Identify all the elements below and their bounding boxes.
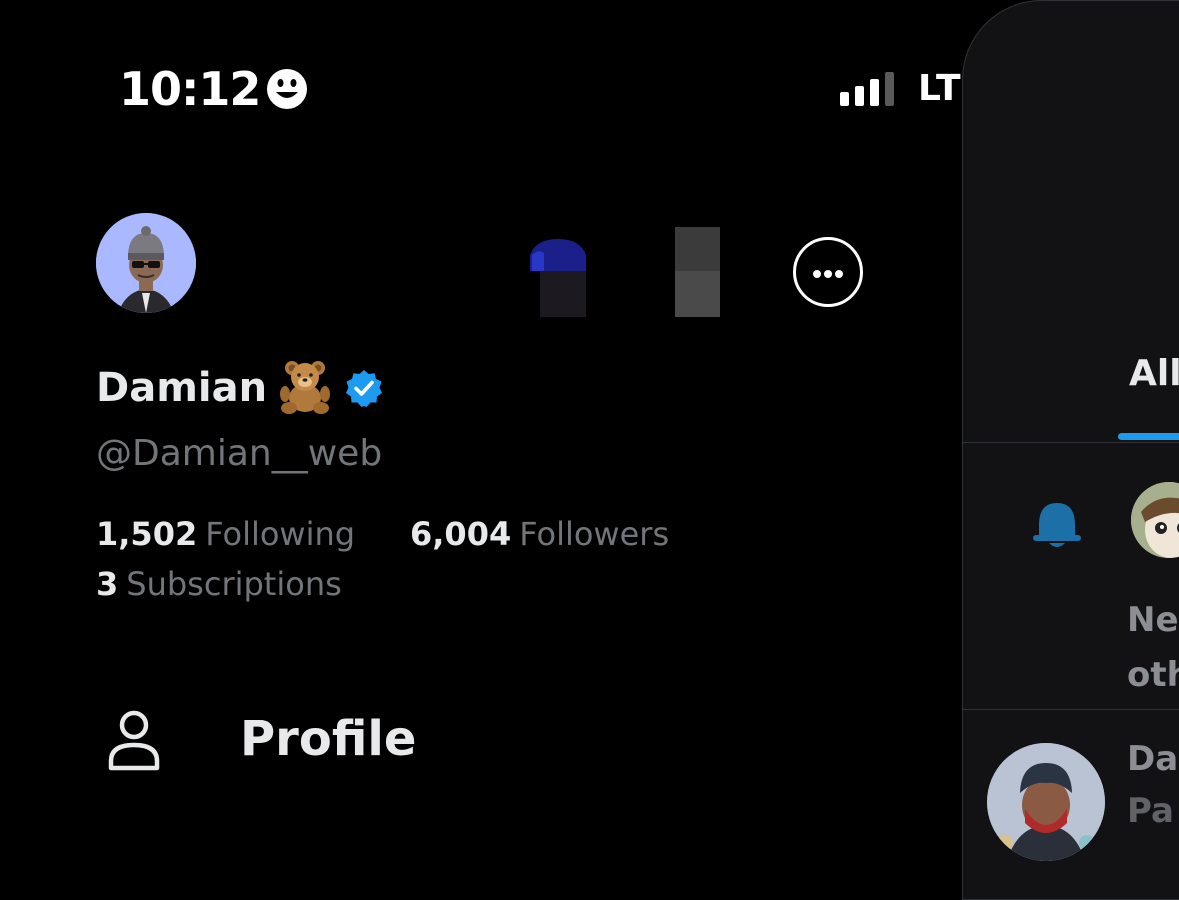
more-icon-dot xyxy=(813,270,821,278)
more-icon-dot xyxy=(824,270,832,278)
following-stat[interactable]: 1,502 Following xyxy=(96,515,355,553)
notification-avatar-image xyxy=(1131,482,1179,558)
divider xyxy=(963,442,1179,443)
nav-item-label: Profile xyxy=(240,711,417,767)
main-panel[interactable]: All New oth Da Pa xyxy=(962,0,1179,900)
notification-avatar[interactable] xyxy=(1131,482,1179,558)
bell-icon xyxy=(1033,503,1081,547)
notification-text-line1: New xyxy=(1127,600,1179,640)
username: @Damian__web xyxy=(96,433,383,474)
display-name-row: Damian xyxy=(96,360,383,416)
following-label: Following xyxy=(205,515,356,553)
switch-account-avatar[interactable] xyxy=(530,237,586,317)
subscriptions-label: Subscriptions xyxy=(126,565,342,603)
following-count: 1,502 xyxy=(96,515,198,553)
subscriptions-stat[interactable]: 3 Subscriptions xyxy=(96,565,342,603)
bear-emoji-icon xyxy=(280,361,331,414)
switch-account-avatar-2[interactable] xyxy=(675,227,720,317)
profile-icon xyxy=(108,710,160,771)
tweet-sub: Pa xyxy=(1127,791,1174,831)
more-icon-dot xyxy=(835,270,843,278)
nav-item-profile[interactable]: Profile xyxy=(100,705,600,785)
status-time: 10:12 xyxy=(119,62,261,116)
more-options-button[interactable] xyxy=(793,237,863,307)
signal-icon xyxy=(840,72,894,106)
divider xyxy=(963,709,1179,710)
smiley-icon xyxy=(267,69,307,109)
display-name: Damian xyxy=(96,365,268,411)
notification-text-line2: oth xyxy=(1127,655,1179,695)
followers-label: Followers xyxy=(519,515,670,553)
tab-active-indicator xyxy=(1118,433,1179,440)
tab-all[interactable]: All xyxy=(1129,353,1179,394)
account-thumb-image xyxy=(530,237,586,317)
verified-badge-icon xyxy=(346,370,383,407)
tweet-avatar-image xyxy=(987,743,1105,861)
account-thumb-2-image xyxy=(675,227,720,317)
notification-text: New oth xyxy=(1127,593,1179,703)
tweet-avatar[interactable] xyxy=(987,743,1105,861)
subscriptions-count: 3 xyxy=(96,565,119,603)
followers-count: 6,004 xyxy=(410,515,512,553)
avatar-image xyxy=(96,213,196,313)
tweet-author: Da xyxy=(1127,739,1179,779)
avatar[interactable] xyxy=(96,213,196,313)
followers-stat[interactable]: 6,004 Followers xyxy=(410,515,669,553)
